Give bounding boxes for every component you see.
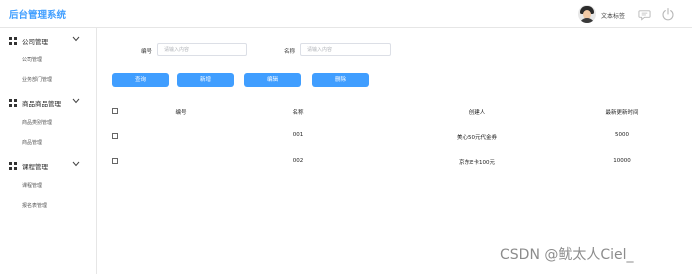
table-header-name: 名称 xyxy=(292,110,304,116)
select-all-checkbox[interactable] xyxy=(112,108,118,114)
sidebar-item-course[interactable]: 课程管理 xyxy=(22,182,42,189)
name-field-label: 名称 xyxy=(284,49,296,55)
query-button[interactable]: 查询 xyxy=(112,73,169,87)
sidebar-group-label: 商品商品管理 xyxy=(22,100,61,108)
id-search-input[interactable] xyxy=(157,43,247,56)
power-icon[interactable] xyxy=(661,7,675,21)
csdn-watermark: CSDN @鱿太人Ciel_ xyxy=(500,247,634,263)
table-cell-name: 002 xyxy=(292,158,304,164)
grid-icon xyxy=(9,37,17,45)
sidebar-item-company[interactable]: 公司管理 xyxy=(22,56,42,63)
id-field-label: 编号 xyxy=(141,49,153,55)
sidebar-group-course[interactable]: 课程管理 xyxy=(0,157,96,173)
user-avatar[interactable] xyxy=(578,5,596,23)
username-label[interactable]: 文本标签 xyxy=(601,11,625,20)
chevron-down-icon[interactable] xyxy=(72,98,80,104)
chevron-down-icon[interactable] xyxy=(72,36,80,42)
grid-icon xyxy=(9,99,17,107)
grid-icon xyxy=(9,162,17,170)
sidebar-group-company[interactable]: 公司管理 xyxy=(0,32,96,48)
sidebar-group-goods[interactable]: 商品商品管理 xyxy=(0,94,96,110)
table-header-id: 编号 xyxy=(175,110,187,116)
sidebar-group-label: 公司管理 xyxy=(22,38,48,46)
top-header: 后台管理系统 文本标签 xyxy=(0,0,692,28)
table-cell-updated: 10000 xyxy=(613,158,631,164)
sidebar-item-department[interactable]: 业务部门管理 xyxy=(22,76,52,83)
edit-button[interactable]: 编辑 xyxy=(244,73,301,87)
table-cell-name: 001 xyxy=(292,132,304,138)
table-header-updated: 最新更新时间 xyxy=(605,110,639,116)
message-icon[interactable] xyxy=(638,8,651,21)
main-content: 编号 名称 xyxy=(97,28,692,274)
table-cell-updated: 5000 xyxy=(615,132,629,138)
row-checkbox[interactable] xyxy=(112,133,118,139)
delete-button[interactable]: 删除 xyxy=(312,73,369,87)
sidebar-item-signup[interactable]: 报名表管理 xyxy=(22,202,47,209)
row-checkbox[interactable] xyxy=(112,158,118,164)
app-title: 后台管理系统 xyxy=(9,10,67,21)
sidebar-item-goods[interactable]: 商品管理 xyxy=(22,139,42,146)
add-button[interactable]: 新增 xyxy=(177,73,234,87)
name-search-input[interactable] xyxy=(300,43,391,56)
chevron-down-icon[interactable] xyxy=(72,161,80,167)
sidebar-group-label: 课程管理 xyxy=(22,163,48,171)
sidebar-item-goods-category[interactable]: 商品类别管理 xyxy=(22,119,52,126)
table-header-creator: 创建人 xyxy=(468,110,486,116)
avatar-body xyxy=(579,18,595,23)
sidebar: 公司管理 公司管理 业务部门管理 商品商品管理 商品类别管理 商品管理 课程管理… xyxy=(0,28,97,274)
table-cell-creator: 美心50元代金券 xyxy=(457,135,497,141)
table-cell-creator: 京东E卡100元 xyxy=(459,160,495,166)
